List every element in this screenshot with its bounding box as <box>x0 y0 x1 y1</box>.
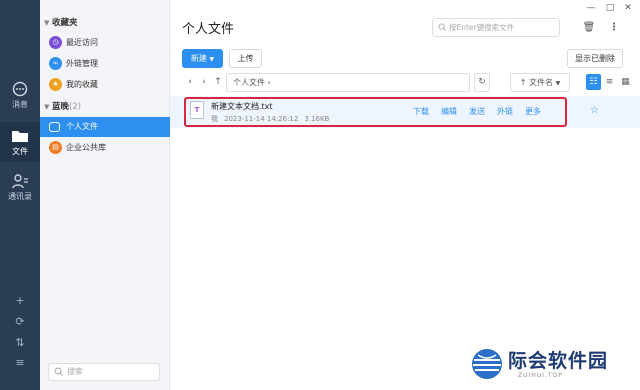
send-link[interactable]: 发送 <box>469 106 485 117</box>
nav-item-label: 最近访问 <box>66 38 98 47</box>
rail-messages-label: 消息 <box>12 100 28 109</box>
nav-item-recent[interactable]: ◷ 最近访问 <box>40 33 170 53</box>
refresh-icon[interactable]: ↻ <box>474 73 490 92</box>
sort-label: 文件名 <box>529 78 554 87</box>
rail-messages[interactable]: 消息 <box>0 78 40 114</box>
favorites-label: 收藏夹 <box>52 18 78 28</box>
chevron-down-icon: ▼ <box>209 56 215 63</box>
back-icon[interactable]: ‹ <box>184 74 196 90</box>
search-icon <box>54 367 63 376</box>
transfer-icon[interactable]: ⇅ <box>13 337 27 349</box>
file-meta: 我 2023-11-14 14:26:12 3.16KB <box>211 114 335 124</box>
rail-contacts[interactable]: 通讯录 <box>0 170 40 206</box>
file-row[interactable]: T 新建文本文档.txt 我 2023-11-14 14:26:12 3.16KB … <box>170 96 640 128</box>
nav-search-input[interactable]: 搜索 <box>48 363 160 381</box>
file-name[interactable]: 新建文本文档.txt <box>211 101 273 112</box>
chat-bubble-icon <box>12 81 28 97</box>
file-time: 2023-11-14 14:26:12 <box>224 115 299 123</box>
nav-sidebar: ▼ 收藏夹 ◷ 最近访问 ∞ 外链管理 ★ 我的收藏 ▼ 蓝晚(2) 个人文件 ▤ … <box>40 0 170 390</box>
trash-icon[interactable]: 🗑 <box>582 21 596 35</box>
new-button-label: 新建 <box>190 54 207 63</box>
show-deleted-button[interactable]: 显示已删除 <box>567 49 623 68</box>
page-title: 个人文件 <box>182 22 235 37</box>
group-header[interactable]: ▼ 蓝晚(2) <box>44 100 81 114</box>
file-size: 3.16KB <box>304 115 330 123</box>
library-icon: ▤ <box>49 141 62 154</box>
minimize-icon[interactable]: — <box>585 3 597 13</box>
folder-icon <box>12 131 28 142</box>
favorites-header[interactable]: ▼ 收藏夹 <box>44 16 78 30</box>
breadcrumb-item[interactable]: 个人文件 <box>233 78 265 87</box>
file-search-placeholder: 按Enter键搜索文件 <box>449 23 515 32</box>
grid-view-icon[interactable]: ▦ <box>618 74 633 90</box>
watermark-subtext: ZUIHUI.TOP <box>518 372 563 379</box>
file-search-input[interactable]: 按Enter键搜索文件 <box>432 18 560 37</box>
more-link[interactable]: 更多 <box>525 106 541 117</box>
watermark-text: 际会软件园 <box>508 350 609 372</box>
new-button[interactable]: 新建 ▼ <box>182 49 223 68</box>
left-rail: 消息 文件 通讯录 + ⟳ ⇅ ≡ <box>0 0 40 390</box>
upload-button[interactable]: 上传 <box>229 49 262 68</box>
nav-search-placeholder: 搜索 <box>67 367 83 376</box>
group-label: 蓝晚 <box>52 102 70 112</box>
sync-icon[interactable]: ⟳ <box>13 316 27 328</box>
chevron-right-icon: › <box>267 78 271 87</box>
watermark: 际会软件园 ZUIHUI.TOP <box>440 340 640 390</box>
share-link[interactable]: 外链 <box>497 106 513 117</box>
rail-contacts-label: 通讯录 <box>8 192 32 201</box>
up-icon[interactable]: ↑ <box>212 74 224 90</box>
caret-down-icon: ▼ <box>44 19 50 27</box>
link-icon: ∞ <box>49 57 62 70</box>
folder-icon <box>49 122 60 132</box>
group-count: (2) <box>69 102 82 112</box>
sort-dropdown[interactable]: ↑ 文件名 ▼ <box>510 73 570 92</box>
nav-item-favorites[interactable]: ★ 我的收藏 <box>40 75 170 95</box>
maximize-icon[interactable]: □ <box>604 3 616 13</box>
forward-icon[interactable]: › <box>198 74 210 90</box>
download-link[interactable]: 下载 <box>413 106 429 117</box>
plus-icon[interactable]: + <box>13 295 27 307</box>
recent-icon: ◷ <box>49 36 62 49</box>
caret-down-icon: ▼ <box>44 103 50 111</box>
watermark-logo <box>472 349 502 379</box>
main-panel: — □ ✕ 个人文件 按Enter键搜索文件 🗑 ⋮ 新建 ▼ 上传 显示已删除… <box>170 0 640 390</box>
nav-item-links[interactable]: ∞ 外链管理 <box>40 54 170 74</box>
nav-item-public-library[interactable]: ▤ 企业公共库 <box>40 138 170 158</box>
nav-item-label: 我的收藏 <box>66 80 98 89</box>
close-icon[interactable]: ✕ <box>622 3 634 13</box>
chevron-down-icon: ▼ <box>555 80 561 87</box>
sort-up-icon: ↑ <box>519 78 527 87</box>
star-outline-icon[interactable]: ☆ <box>590 105 599 116</box>
file-owner: 我 <box>211 115 218 123</box>
app-window: 消息 文件 通讯录 + ⟳ ⇅ ≡ ▼ 收藏夹 ◷ 最近访问 ∞ 外链管理 ★ 我… <box>0 0 640 390</box>
nav-item-label: 企业公共库 <box>66 143 106 152</box>
nav-item-personal-files[interactable]: 个人文件 <box>40 117 170 137</box>
search-icon <box>438 23 446 31</box>
rail-files[interactable]: 文件 <box>0 122 40 162</box>
contacts-icon <box>12 174 28 189</box>
rail-files-label: 文件 <box>12 147 28 156</box>
path-toolbar: ‹ › ↑ 个人文件 › ↻ ↑ 文件名 ▼ ☷ ≡ ▦ <box>182 73 634 93</box>
nav-item-label: 外链管理 <box>66 59 98 68</box>
detail-view-icon[interactable]: ☷ <box>586 74 601 90</box>
more-vertical-icon[interactable]: ⋮ <box>607 21 621 35</box>
list-view-icon[interactable]: ≡ <box>602 74 617 90</box>
breadcrumb[interactable]: 个人文件 › <box>226 73 470 92</box>
star-icon: ★ <box>49 78 62 91</box>
text-file-icon: T <box>190 101 204 119</box>
edit-link[interactable]: 编辑 <box>441 106 457 117</box>
nav-item-label: 个人文件 <box>66 122 98 131</box>
menu-icon[interactable]: ≡ <box>13 357 27 369</box>
